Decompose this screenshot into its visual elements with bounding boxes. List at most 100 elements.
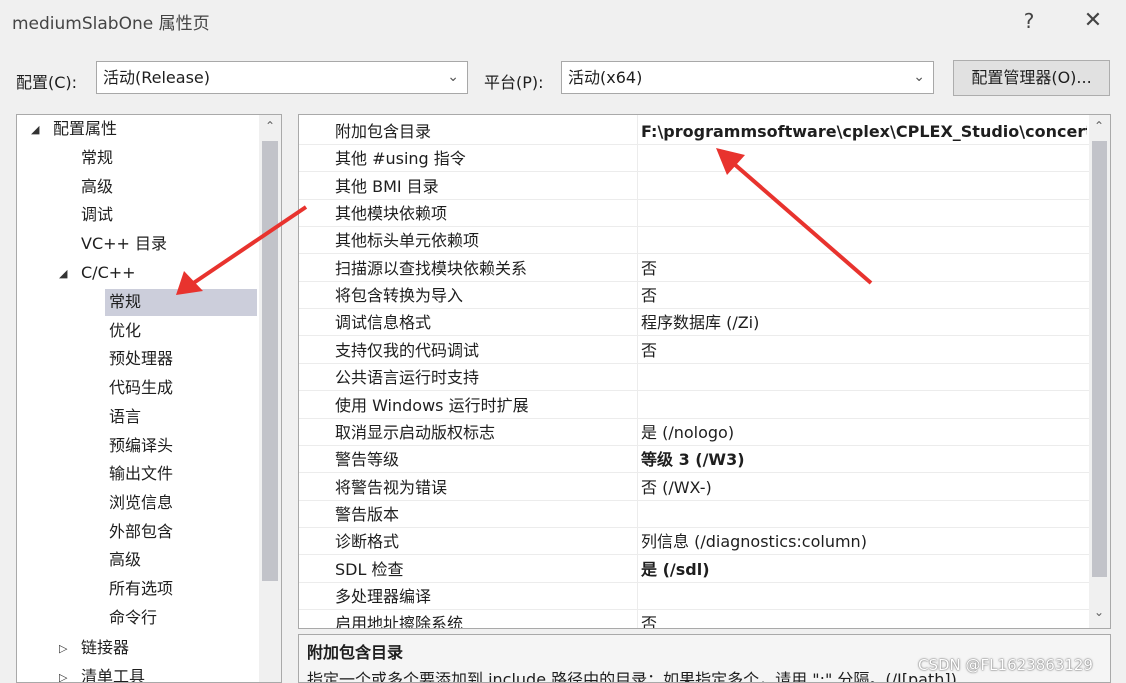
tree-item[interactable]: 所有选项 (109, 575, 173, 603)
property-row[interactable]: 其他 #using 指令 (299, 145, 1089, 173)
property-row[interactable]: 警告等级 等级 3 (/W3) (299, 446, 1089, 474)
property-row[interactable]: 扫描源以查找模块依赖关系 否 (299, 255, 1089, 282)
property-row[interactable]: 启用地址擦除系统 否 (299, 610, 1089, 629)
property-row[interactable]: 其他标头单元依赖项 (299, 227, 1089, 255)
platform-value: 活动(x64) (568, 68, 643, 87)
tree-item-label: 高级 (81, 176, 114, 196)
tree-item[interactable]: 输出文件 (109, 460, 173, 488)
property-name: 将警告视为错误 (335, 477, 448, 497)
property-row[interactable]: 其他 BMI 目录 (299, 173, 1089, 200)
property-row[interactable]: 将包含转换为导入 否 (299, 282, 1089, 310)
tree-item-label: 预处理器 (109, 349, 174, 369)
tree-item-label: 所有选项 (109, 579, 174, 598)
grid-scrollbar[interactable]: ⌃ ⌄ (1089, 115, 1110, 628)
property-value[interactable]: 列信息 (/diagnostics:column) (641, 528, 1087, 555)
tree-item[interactable]: 语言 (109, 403, 141, 431)
tree-item[interactable]: 调试 (81, 201, 113, 229)
property-row[interactable]: 取消显示启动版权标志 是 (/nologo) (299, 419, 1089, 446)
property-name: 启用地址擦除系统 (335, 614, 464, 629)
expand-arrow-icon[interactable]: ▷ (59, 664, 67, 682)
tree-scroll-thumb[interactable] (262, 141, 278, 581)
property-name: 其他模块依赖项 (335, 204, 448, 224)
tree-item-label: C/C++ (81, 263, 136, 282)
grid-scroll-thumb[interactable] (1092, 141, 1107, 577)
property-name: 调试信息格式 (335, 313, 432, 333)
collapse-arrow-icon[interactable]: ◢ (31, 116, 39, 144)
chevron-down-icon: ⌄ (447, 69, 459, 85)
chevron-down-icon: ⌄ (913, 69, 925, 85)
property-tree[interactable]: ◢ 配置属性 常规 高级 调试 VC++ 目录 ◢ C/C++ 常规 优化 预处理器 代码生… (16, 114, 282, 683)
property-row[interactable]: 公共语言运行时支持 (299, 364, 1089, 392)
tree-item-label: 常规 (109, 292, 142, 311)
tree-item[interactable]: 优化 (109, 317, 141, 345)
tree-item-label: 代码生成 (109, 378, 174, 398)
tree-item-label: 命令行 (109, 607, 158, 627)
property-name: 警告等级 (335, 450, 400, 470)
tree-item-label: 常规 (81, 148, 114, 167)
property-name: 其他标头单元依赖项 (335, 231, 480, 251)
tree-item[interactable]: 外部包含 (109, 518, 173, 546)
tree-item-label: 语言 (109, 406, 142, 426)
property-grid: 附加包含目录 F:\programmsoftware\cplex\CPLEX_St… (298, 114, 1111, 629)
property-name: 其他 #using 指令 (335, 149, 466, 169)
expand-arrow-icon[interactable]: ▷ (59, 635, 67, 663)
help-button[interactable]: ? (1012, 6, 1046, 36)
config-dropdown[interactable]: 活动(Release) ⌄ (96, 61, 468, 94)
platform-dropdown[interactable]: 活动(x64) ⌄ (561, 61, 934, 94)
property-name: 其他 BMI 目录 (335, 176, 439, 196)
tree-item[interactable]: 代码生成 (109, 374, 173, 402)
property-name: 多处理器编译 (335, 586, 432, 606)
property-value[interactable]: 是 (/nologo) (641, 419, 1087, 446)
property-row[interactable]: 其他模块依赖项 (299, 200, 1089, 228)
tree-item[interactable]: 高级 (109, 546, 141, 574)
window-title: mediumSlabOne 属性页 (12, 14, 210, 34)
tree-item-label: 链接器 (81, 638, 130, 657)
tree-item-label: 输出文件 (109, 464, 174, 484)
tree-item[interactable]: VC++ 目录 (81, 230, 167, 258)
property-row[interactable]: 诊断格式 列信息 (/diagnostics:column) (299, 528, 1089, 556)
property-row[interactable]: 支持仅我的代码调试 否 (299, 337, 1089, 364)
property-row[interactable]: 使用 Windows 运行时扩展 (299, 392, 1089, 419)
property-value[interactable]: 否 (641, 282, 1087, 309)
property-value[interactable]: F:\programmsoftware\cplex\CPLEX_Studio\c… (641, 118, 1087, 145)
close-button[interactable]: ✕ (1076, 6, 1110, 36)
tree-item-label: 浏览信息 (109, 492, 174, 512)
tree-item[interactable]: 高级 (81, 173, 113, 201)
property-row[interactable]: 附加包含目录 F:\programmsoftware\cplex\CPLEX_St… (299, 118, 1089, 145)
property-value[interactable]: 程序数据库 (/Zi) (641, 309, 1087, 336)
tree-item[interactable]: 常规 (109, 288, 141, 316)
watermark: CSDN @FL1623863129 (918, 656, 1093, 674)
tree-item-label: 调试 (81, 205, 114, 225)
property-name: 使用 Windows 运行时扩展 (335, 395, 529, 415)
platform-label: 平台(P): (484, 73, 544, 92)
property-row[interactable]: 将警告视为错误 否 (/WX-) (299, 474, 1089, 501)
property-row[interactable]: SDL 检查 是 (/sdl) (299, 556, 1089, 583)
property-row[interactable]: 多处理器编译 (299, 583, 1089, 610)
tree-item[interactable]: 预处理器 (109, 345, 173, 373)
tree-item-label: 外部包含 (109, 521, 174, 541)
scroll-up-icon[interactable]: ⌃ (1089, 119, 1109, 133)
property-value[interactable]: 否 (641, 255, 1087, 282)
property-name: 将包含转换为导入 (335, 286, 464, 306)
config-manager-button[interactable]: 配置管理器(O)... (953, 60, 1110, 96)
scroll-up-icon[interactable]: ⌃ (260, 119, 280, 133)
property-row[interactable]: 调试信息格式 程序数据库 (/Zi) (299, 309, 1089, 337)
property-value[interactable]: 等级 3 (/W3) (641, 446, 1087, 473)
property-value[interactable]: 否 (/WX-) (641, 474, 1087, 501)
tree-item[interactable]: 命令行 (109, 604, 157, 632)
tree-item[interactable]: 浏览信息 (109, 489, 173, 517)
property-row[interactable]: 警告版本 (299, 501, 1089, 528)
collapse-arrow-icon[interactable]: ◢ (59, 260, 67, 288)
tree-item-label: 清单工具 (81, 666, 146, 683)
scroll-down-icon[interactable]: ⌄ (1089, 605, 1109, 619)
property-name: 警告版本 (335, 504, 400, 524)
property-value[interactable]: 否 (641, 610, 1087, 628)
property-value[interactable]: 是 (/sdl) (641, 556, 1087, 583)
property-name: SDL 检查 (335, 559, 404, 579)
property-value[interactable]: 否 (641, 337, 1087, 364)
tree-item[interactable]: 预编译头 (109, 432, 173, 460)
tree-item[interactable]: 常规 (81, 144, 113, 172)
property-name: 支持仅我的代码调试 (335, 340, 480, 360)
tree-item-label: VC++ 目录 (81, 234, 168, 254)
tree-scrollbar[interactable]: ⌃ (259, 115, 281, 682)
